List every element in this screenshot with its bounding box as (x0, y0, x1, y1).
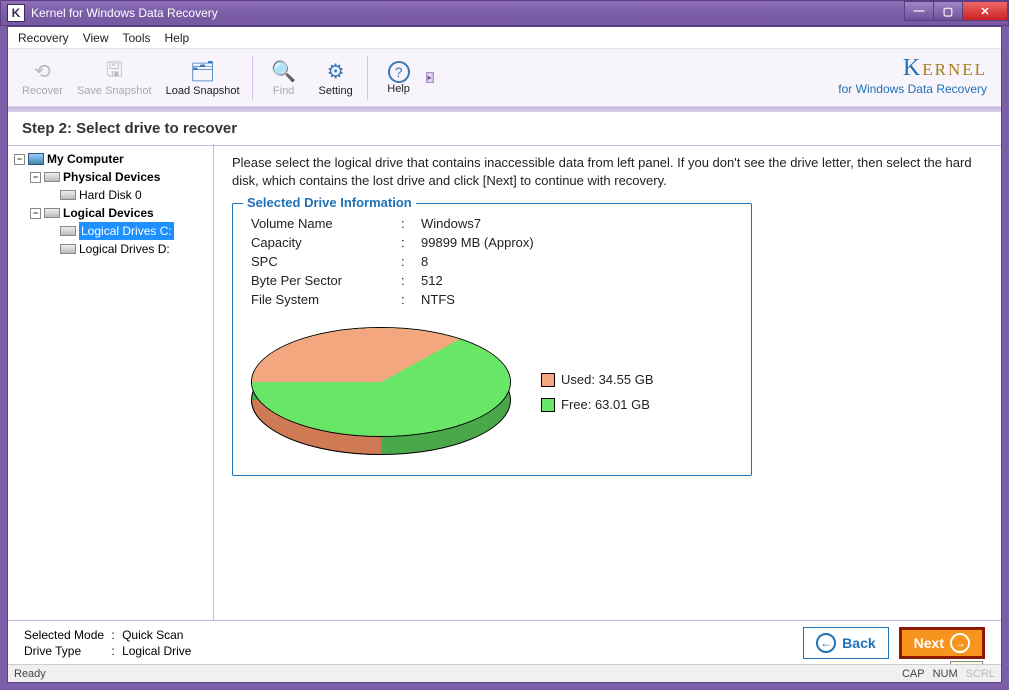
load-snapshot-icon: 🗂 (190, 59, 216, 85)
used-legend: Used: 34.55 GB (561, 372, 654, 387)
drive-icon (44, 208, 60, 218)
main-area: − My Computer − Physical Devices (8, 144, 1001, 620)
footer-meta: Selected Mode : Quick Scan Drive Type : … (24, 628, 191, 658)
find-icon: 🔍 (271, 59, 297, 85)
brand-subtitle: for Windows Data Recovery (838, 82, 987, 96)
mode-label: Selected Mode (24, 628, 104, 642)
recover-button[interactable]: ⟲ Recover (16, 52, 69, 104)
toolbar-separator-2 (367, 56, 368, 100)
toolbar-separator (252, 56, 253, 100)
type-value: Logical Drive (122, 644, 191, 658)
collapse-icon[interactable]: − (30, 172, 41, 183)
help-label: Help (387, 83, 410, 95)
detail-panel: Please select the logical drive that con… (214, 144, 1001, 620)
setting-button[interactable]: ⚙ Setting (311, 52, 361, 104)
help-icon: ? (388, 61, 410, 83)
load-snapshot-button[interactable]: 🗂 Load Snapshot (160, 52, 246, 104)
bps-value: 512 (421, 273, 733, 288)
device-tree[interactable]: − My Computer − Physical Devices (8, 144, 214, 620)
volume-name-value: Windows7 (421, 216, 733, 231)
drive-icon (60, 190, 76, 200)
tree-hard-disk-0[interactable]: Hard Disk 0 (44, 186, 211, 204)
step-heading: Step 2: Select drive to recover (8, 112, 1001, 146)
tree-logical-devices[interactable]: − Logical Devices (28, 204, 211, 222)
save-snapshot-label: Save Snapshot (77, 85, 152, 97)
setting-label: Setting (318, 85, 352, 97)
save-snapshot-icon: 🖫 (101, 59, 127, 85)
status-cap: CAP (902, 668, 925, 680)
back-button[interactable]: ← Back (803, 627, 888, 659)
title-bar: K Kernel for Windows Data Recovery — ▢ ✕ (0, 0, 1009, 26)
groupbox-legend: Selected Drive Information (243, 195, 416, 210)
window-title: Kernel for Windows Data Recovery (31, 6, 905, 20)
load-snapshot-label: Load Snapshot (166, 85, 240, 97)
menu-help[interactable]: Help (165, 31, 190, 45)
bps-label: Byte Per Sector (251, 273, 401, 288)
menu-recovery[interactable]: Recovery (18, 31, 69, 45)
back-arrow-icon: ← (816, 633, 836, 653)
selected-drive-groupbox: Selected Drive Information Volume Name:W… (232, 203, 752, 476)
footer-bar: Selected Mode : Quick Scan Drive Type : … (8, 620, 1001, 664)
toolbar: ⟲ Recover 🖫 Save Snapshot 🗂 Load Snapsho… (8, 49, 1001, 107)
help-button[interactable]: ? Help (374, 52, 424, 104)
pie-chart (251, 327, 511, 457)
collapse-icon[interactable]: − (14, 154, 25, 165)
chart-legend: Used: 34.55 GB Free: 63.01 GB (541, 362, 654, 422)
find-button[interactable]: 🔍 Find (259, 52, 309, 104)
status-num: NUM (933, 668, 958, 680)
tree-physical-devices[interactable]: − Physical Devices (28, 168, 211, 186)
drive-icon (44, 172, 60, 182)
computer-icon (28, 153, 44, 165)
minimize-button[interactable]: — (904, 1, 934, 21)
capacity-value: 99899 MB (Approx) (421, 235, 733, 250)
fs-label: File System (251, 292, 401, 307)
spc-label: SPC (251, 254, 401, 269)
mode-value: Quick Scan (122, 628, 191, 642)
fs-value: NTFS (421, 292, 733, 307)
status-bar: Ready CAP NUM SCRL (8, 664, 1001, 682)
next-arrow-icon: → (950, 633, 970, 653)
menu-bar: Recovery View Tools Help (8, 27, 1001, 49)
save-snapshot-button[interactable]: 🖫 Save Snapshot (71, 52, 158, 104)
free-legend: Free: 63.01 GB (561, 397, 650, 412)
collapse-icon[interactable]: − (30, 208, 41, 219)
recover-icon: ⟲ (29, 59, 55, 85)
next-button[interactable]: Next → (899, 627, 985, 659)
type-label: Drive Type (24, 644, 104, 658)
tree-logical-drive-c[interactable]: Logical Drives C: (44, 222, 211, 240)
find-label: Find (273, 85, 294, 97)
used-swatch-icon (541, 373, 555, 387)
free-swatch-icon (541, 398, 555, 412)
menu-view[interactable]: View (83, 31, 109, 45)
maximize-button[interactable]: ▢ (933, 1, 963, 21)
brand-logo: Kernel for Windows Data Recovery (838, 55, 987, 96)
drive-icon (60, 226, 76, 236)
toolbar-gripper[interactable]: ▸ (426, 72, 434, 83)
tree-root[interactable]: − My Computer (12, 150, 211, 168)
capacity-label: Capacity (251, 235, 401, 250)
menu-tools[interactable]: Tools (122, 31, 150, 45)
app-icon: K (7, 4, 25, 22)
spc-value: 8 (421, 254, 733, 269)
status-ready: Ready (14, 668, 46, 680)
client-area: Recovery View Tools Help ⟲ Recover 🖫 Sav… (7, 26, 1002, 683)
drive-icon (60, 244, 76, 254)
volume-name-label: Volume Name (251, 216, 401, 231)
recover-label: Recover (22, 85, 63, 97)
status-scrl: SCRL (966, 668, 995, 680)
close-button[interactable]: ✕ (962, 1, 1008, 21)
tree-logical-drive-d[interactable]: Logical Drives D: (44, 240, 211, 258)
gear-icon: ⚙ (323, 59, 349, 85)
usage-chart: Used: 34.55 GB Free: 63.01 GB (251, 327, 733, 457)
instruction-text: Please select the logical drive that con… (232, 154, 983, 189)
